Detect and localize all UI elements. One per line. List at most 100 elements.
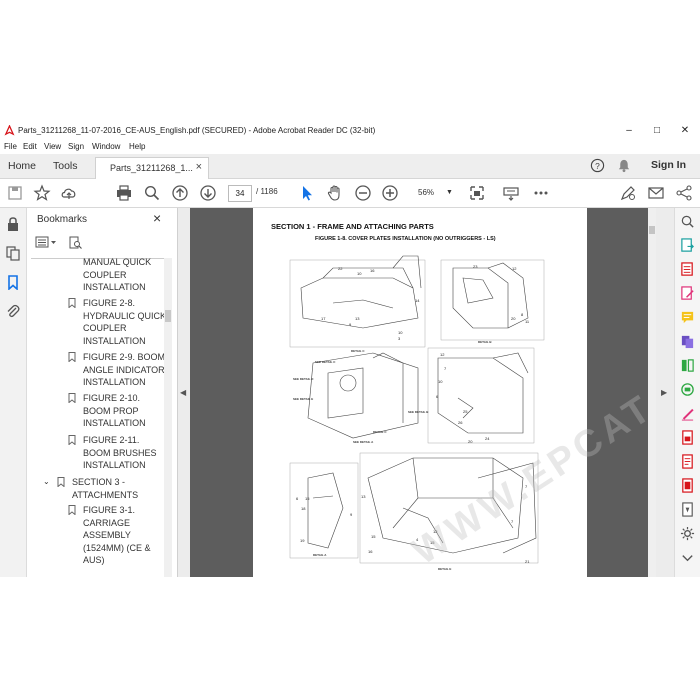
sign-in-button[interactable]: Sign In <box>651 159 686 171</box>
svg-text:10: 10 <box>398 330 403 335</box>
zoom-search-icon[interactable] <box>680 214 695 229</box>
svg-text:10: 10 <box>357 271 362 276</box>
email-icon[interactable] <box>647 184 665 202</box>
collapse-left-icon: ◀ <box>180 388 187 397</box>
svg-text:16: 16 <box>370 268 375 273</box>
svg-text:12: 12 <box>440 352 445 357</box>
tab-home[interactable]: Home <box>8 160 36 172</box>
more-tools-icon[interactable] <box>680 502 695 517</box>
create-pdf-icon[interactable] <box>680 262 695 277</box>
bookmark-label: FIGURE 2-8. HYDRAULIC QUICK COUPLER INST… <box>83 298 167 346</box>
combine-files-icon[interactable] <box>680 334 695 349</box>
previous-page-icon[interactable] <box>171 184 189 202</box>
menu-sign[interactable]: Sign <box>68 142 84 151</box>
svg-text:17: 17 <box>321 316 326 321</box>
help-icon[interactable]: ? <box>590 158 605 173</box>
next-page-icon[interactable] <box>199 184 217 202</box>
collapse-left-pane[interactable]: ◀ <box>178 208 190 577</box>
prepare-form-icon[interactable] <box>680 454 695 469</box>
document-view[interactable]: 22 10 16 14 17 13 9 10 3 23 12 20 11 8 12 7 10 6 25 2… <box>190 208 656 577</box>
hand-tool-icon[interactable] <box>326 184 344 202</box>
svg-text:DETAIL B: DETAIL B <box>478 340 492 344</box>
svg-text:14: 14 <box>415 298 420 303</box>
edit-pdf-icon[interactable] <box>680 286 695 301</box>
notification-bell-icon[interactable] <box>617 158 631 173</box>
lock-icon[interactable] <box>5 216 21 232</box>
bookmark-icon <box>68 352 76 362</box>
bookmark-label: MANUAL QUICK COUPLER INSTALLATION <box>83 258 152 293</box>
svg-text:11: 11 <box>525 319 530 324</box>
menu-window[interactable]: Window <box>92 142 120 151</box>
keyboard-icon[interactable] <box>502 184 520 202</box>
tab-tools[interactable]: Tools <box>53 160 78 172</box>
acrobat-app-icon <box>4 125 15 136</box>
page-number-input[interactable]: 34 <box>228 185 252 202</box>
attachments-paperclip-icon[interactable] <box>5 303 21 319</box>
zoom-out-icon[interactable] <box>354 184 372 202</box>
page-fit-icon[interactable] <box>468 184 486 202</box>
chevron-down-icon: ▼ <box>446 189 453 196</box>
svg-text:20: 20 <box>468 439 473 444</box>
svg-text:19: 19 <box>300 538 305 543</box>
bookmarks-panel: Bookmarks × MANUAL QUICK COUPLER INSTALL… <box>27 208 178 577</box>
more-tools-icon[interactable] <box>532 184 550 202</box>
chevron-down-icon[interactable]: ⌄ <box>43 476 50 489</box>
scrollbar-thumb[interactable] <box>649 226 655 234</box>
scrollbar-thumb[interactable] <box>165 310 171 322</box>
title-bar: Parts_31211268_11-07-2016_CE-AUS_English… <box>0 122 700 140</box>
tab-document[interactable]: Parts_31211268_1... × <box>95 157 209 179</box>
collapse-right-pane[interactable]: ▶ <box>656 208 674 577</box>
zoom-level-value: 56% <box>418 188 435 197</box>
left-navigation-rail <box>0 208 27 577</box>
main-toolbar: 34 / 1186 56% ▼ <box>0 179 700 208</box>
document-scrollbar[interactable] <box>648 208 656 577</box>
svg-text:12: 12 <box>512 266 517 271</box>
bookmark-options-icon[interactable] <box>35 236 57 248</box>
minimize-button[interactable]: – <box>616 123 642 139</box>
organize-pages-icon[interactable] <box>680 358 695 373</box>
close-tab-icon[interactable]: × <box>196 161 202 173</box>
share-icon[interactable] <box>675 184 693 202</box>
bookmark-label: FIGURE 2-11. BOOM BRUSHES INSTALLATION <box>83 435 157 471</box>
bookmark-label: SECTION 3 - ATTACHMENTS <box>72 477 139 500</box>
menu-edit[interactable]: Edit <box>23 142 37 151</box>
scan-ocr-icon[interactable] <box>680 478 695 493</box>
search-icon[interactable] <box>143 184 161 202</box>
select-cursor-icon[interactable] <box>298 184 316 202</box>
zoom-level-select[interactable]: 56% ▼ <box>410 185 460 200</box>
fill-sign-icon[interactable] <box>680 406 695 421</box>
export-pdf-icon[interactable] <box>680 238 695 253</box>
page-thumbnails-icon[interactable] <box>5 245 21 261</box>
figure-title: FIGURE 1-8. COVER PLATES INSTALLATION (N… <box>315 236 496 242</box>
bookmark-star-icon[interactable] <box>33 184 51 202</box>
print-icon[interactable] <box>115 184 133 202</box>
svg-text:13: 13 <box>361 494 366 499</box>
right-tools-rail <box>674 208 700 577</box>
protect-pdf-icon[interactable] <box>680 430 695 445</box>
redact-icon[interactable] <box>680 382 695 397</box>
close-panel-icon[interactable]: × <box>153 210 161 226</box>
bookmarks-list: MANUAL QUICK COUPLER INSTALLATION FIGURE… <box>27 258 167 577</box>
settings-gear-icon[interactable] <box>680 526 695 541</box>
sign-pen-icon[interactable] <box>619 184 637 202</box>
menu-file[interactable]: File <box>4 142 17 151</box>
zoom-in-icon[interactable] <box>381 184 399 202</box>
menu-help[interactable]: Help <box>129 142 145 151</box>
bookmark-label: FIGURE 3-1. CARRIAGE ASSEMBLY (1524MM) (… <box>83 505 151 566</box>
svg-text:24: 24 <box>485 436 490 441</box>
svg-text:SEE DETAIL E: SEE DETAIL E <box>293 397 313 401</box>
svg-text:23: 23 <box>473 264 478 269</box>
comment-icon[interactable] <box>680 310 695 325</box>
bookmark-search-icon[interactable] <box>69 236 82 249</box>
page-total: / 1186 <box>256 187 278 196</box>
bookmarks-panel-icon[interactable] <box>5 274 21 290</box>
svg-text:8: 8 <box>521 312 524 317</box>
bookmarks-scrollbar[interactable] <box>164 258 172 577</box>
cloud-upload-icon[interactable] <box>60 184 78 202</box>
svg-text:21: 21 <box>525 559 530 564</box>
close-window-button[interactable]: ✕ <box>672 123 698 139</box>
menu-view[interactable]: View <box>44 142 61 151</box>
chevron-down-icon[interactable] <box>680 550 695 565</box>
maximize-button[interactable]: □ <box>644 123 670 139</box>
save-icon[interactable] <box>6 184 24 202</box>
